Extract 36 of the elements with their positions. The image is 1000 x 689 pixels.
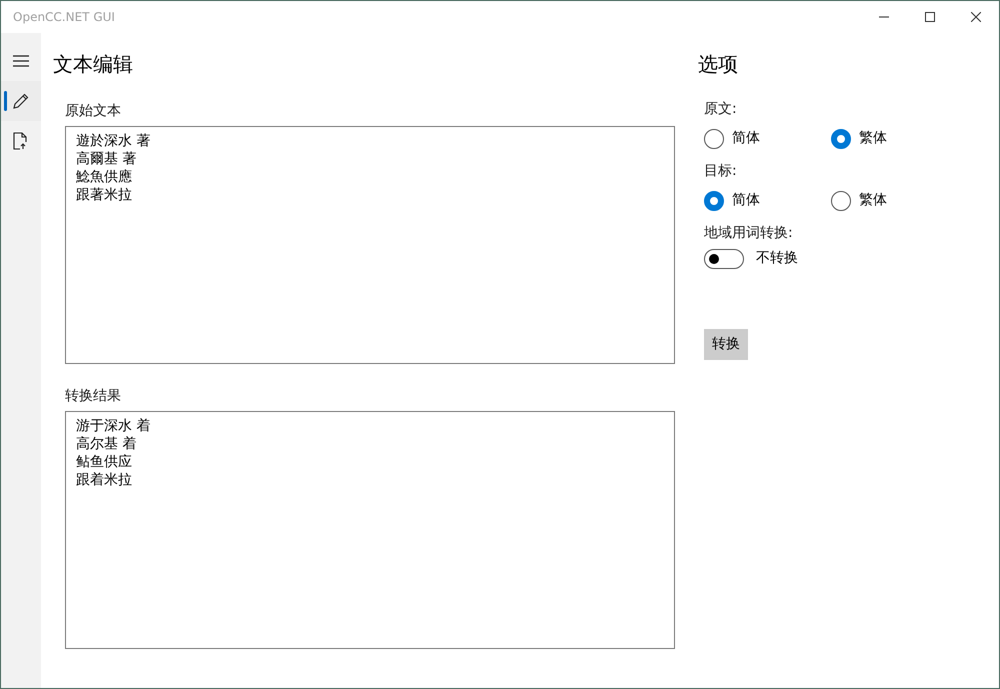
text-line: 鯰魚供應 [76,168,132,186]
nav-item[interactable] [1,81,41,121]
radio-option[interactable]: 简体 [704,190,831,211]
radio-option[interactable]: 繁体 [831,190,958,211]
radio-option[interactable]: 简体 [704,128,831,149]
window-title: OpenCC.NET GUI [13,9,115,26]
text-area[interactable]: 游于深水 着 高尔基 着 鲇鱼供应 跟着米拉 [65,411,675,649]
maximize-icon [925,12,935,22]
group-label: 原文: [704,100,738,119]
menu-icon [13,55,29,67]
text-line: 鲇鱼供应 [76,453,132,471]
section-heading: 文本编辑 [53,51,134,78]
radio-button[interactable] [831,128,851,148]
selection-indicator [4,91,7,111]
convert-button[interactable]: 转换 [704,329,748,360]
toggle-label: 地域用词转换: [704,224,794,243]
radio-button[interactable] [831,190,851,210]
text-line: 游于深水 着 [76,417,150,435]
text-line: 高尔基 着 [76,435,136,453]
text-line: 高爾基 著 [76,150,136,168]
toggle-state-text: 不转换 [756,249,798,268]
radio-button[interactable] [704,128,724,148]
text-line: 跟著米拉 [76,186,132,204]
group-label: 目标: [704,162,738,181]
section-heading: 选项 [698,51,739,78]
text-line: 遊於深水 著 [76,132,150,150]
radio-button[interactable] [704,190,724,210]
file-icon [13,132,29,150]
pencil-icon [13,93,29,109]
close-icon [971,12,981,22]
text-area[interactable]: 遊於深水 著 高爾基 著 鯰魚供應 跟著米拉 [65,126,675,364]
toggle-switch[interactable] [704,248,744,268]
field-label: 转换结果 [65,387,122,406]
field-label: 原始文本 [65,102,122,121]
text-line: 跟着米拉 [76,471,132,489]
radio-option[interactable]: 繁体 [831,128,958,149]
